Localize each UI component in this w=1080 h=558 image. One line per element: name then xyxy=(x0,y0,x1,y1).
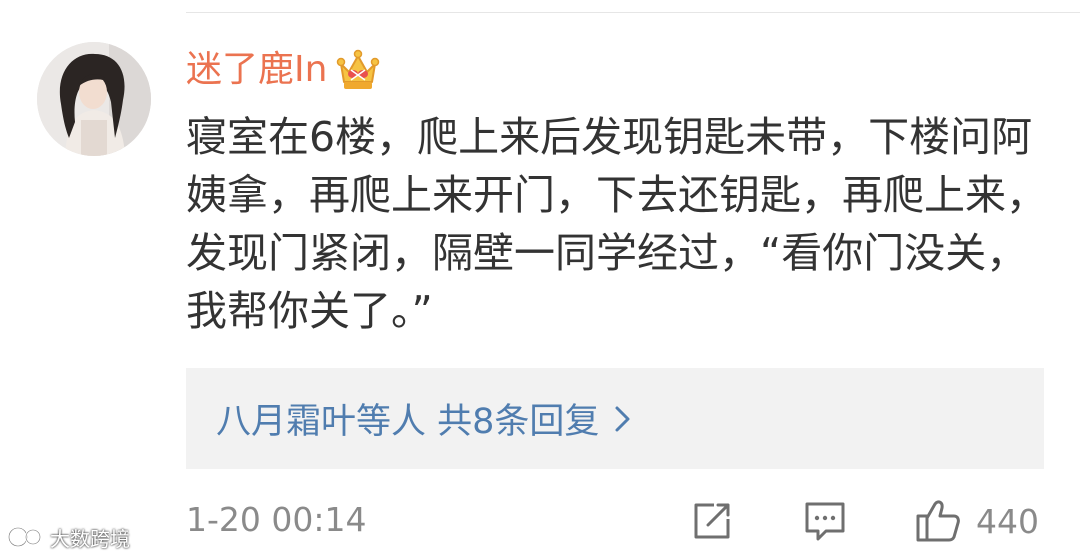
top-divider xyxy=(186,12,1080,13)
share-icon xyxy=(694,503,730,539)
comment-button[interactable] xyxy=(802,498,848,544)
crown-badge-icon[interactable] xyxy=(335,48,381,92)
comment-body: 寝室在6楼，爬上来后发现钥匙未带，下楼问阿姨拿，再爬上来开门，下去还钥匙，再爬上… xyxy=(186,113,1047,335)
watermark-text: 大数跨境 xyxy=(50,526,130,551)
username-row: 迷了鹿In xyxy=(186,44,381,96)
like-count: 440 xyxy=(976,501,1039,541)
share-button[interactable] xyxy=(690,498,734,544)
comment-timestamp: 1-20 00:14 xyxy=(186,500,367,539)
avatar-photo xyxy=(37,42,151,156)
like-button[interactable]: 440 xyxy=(914,498,1039,544)
replies-preview[interactable]: 八月霜叶等人 共8条回复 xyxy=(186,368,1044,469)
watermark: 大数跨境 xyxy=(6,523,130,551)
avatar[interactable] xyxy=(37,42,151,156)
chevron-right-icon xyxy=(615,406,630,431)
replies-link[interactable]: 八月霜叶等人 共8条回复 xyxy=(216,393,599,444)
thumbs-up-icon xyxy=(916,500,960,542)
comment-icon xyxy=(805,502,845,541)
username-link[interactable]: 迷了鹿In xyxy=(186,52,327,88)
watermark-logo-icon xyxy=(7,526,42,548)
